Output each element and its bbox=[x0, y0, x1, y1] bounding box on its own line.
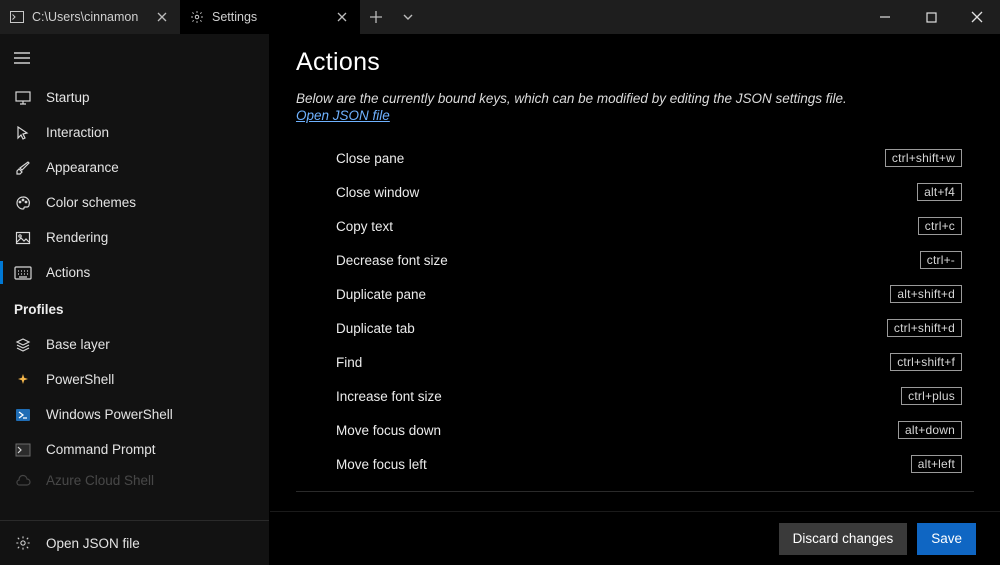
palette-icon bbox=[14, 194, 32, 212]
action-row: Increase font size ctrl+plus bbox=[296, 379, 974, 413]
sidebar-item-label: Base layer bbox=[46, 337, 110, 352]
new-tab-button[interactable] bbox=[360, 0, 392, 34]
sidebar: Startup Interaction Appearance bbox=[0, 34, 270, 565]
action-label: Duplicate pane bbox=[336, 287, 890, 302]
shortcut-badge: ctrl+- bbox=[920, 251, 962, 269]
sidebar-item-label: Actions bbox=[46, 265, 90, 280]
tab-label: Settings bbox=[212, 10, 326, 24]
action-row: Move focus down alt+down bbox=[296, 413, 974, 447]
sidebar-item-label: Windows PowerShell bbox=[46, 407, 173, 422]
action-label: Find bbox=[336, 355, 890, 370]
action-row: Move focus left alt+left bbox=[296, 447, 974, 481]
pointer-icon bbox=[14, 124, 32, 142]
terminal-icon bbox=[10, 10, 24, 24]
action-row: Duplicate tab ctrl+shift+d bbox=[296, 311, 974, 345]
sidebar-item-label: Azure Cloud Shell bbox=[46, 473, 154, 488]
keyboard-icon bbox=[14, 264, 32, 282]
save-button[interactable]: Save bbox=[917, 523, 976, 555]
shortcut-badge: ctrl+c bbox=[918, 217, 962, 235]
tab-dropdown-button[interactable] bbox=[392, 0, 424, 34]
sidebar-item-label: Appearance bbox=[46, 160, 119, 175]
shortcut-badge: alt+shift+d bbox=[890, 285, 962, 303]
layers-icon bbox=[14, 336, 32, 354]
action-label: Close window bbox=[336, 185, 917, 200]
window-controls bbox=[862, 0, 1000, 34]
shortcut-badge: ctrl+shift+f bbox=[890, 353, 962, 371]
action-label: Copy text bbox=[336, 219, 918, 234]
action-label: Close pane bbox=[336, 151, 885, 166]
sidebar-item-label: Rendering bbox=[46, 230, 108, 245]
sidebar-item-startup[interactable]: Startup bbox=[0, 80, 269, 115]
profiles-heading: Profiles bbox=[0, 290, 269, 323]
sidebar-open-json-file[interactable]: Open JSON file bbox=[0, 521, 269, 565]
shortcut-badge: ctrl+shift+d bbox=[887, 319, 962, 337]
sidebar-item-appearance[interactable]: Appearance bbox=[0, 150, 269, 185]
sidebar-item-interaction[interactable]: Interaction bbox=[0, 115, 269, 150]
shortcut-badge: alt+f4 bbox=[917, 183, 962, 201]
footer-bar: Discard changes Save bbox=[270, 511, 1000, 565]
sidebar-item-label: Open JSON file bbox=[46, 536, 140, 551]
action-row: Close pane ctrl+shift+w bbox=[296, 141, 974, 175]
cmd-icon bbox=[14, 441, 32, 459]
image-icon bbox=[14, 229, 32, 247]
minimize-button[interactable] bbox=[862, 0, 908, 34]
cloud-icon bbox=[14, 472, 32, 490]
shortcut-badge: alt+left bbox=[911, 455, 962, 473]
action-label: Move focus left bbox=[336, 457, 911, 472]
tab-strip: C:\Users\cinnamon Settings bbox=[0, 0, 862, 34]
monitor-icon bbox=[14, 89, 32, 107]
sidebar-item-label: Color schemes bbox=[46, 195, 136, 210]
sidebar-item-label: Interaction bbox=[46, 125, 109, 140]
close-icon[interactable] bbox=[334, 9, 350, 25]
tab-label: C:\Users\cinnamon bbox=[32, 10, 146, 24]
sidebar-item-rendering[interactable]: Rendering bbox=[0, 220, 269, 255]
sidebar-item-label: Startup bbox=[46, 90, 90, 105]
tab-settings[interactable]: Settings bbox=[180, 0, 360, 34]
sidebar-item-azure-cloud-shell[interactable]: Azure Cloud Shell bbox=[0, 463, 269, 498]
shortcut-badge: alt+down bbox=[898, 421, 962, 439]
action-label: Duplicate tab bbox=[336, 321, 887, 336]
action-label: Decrease font size bbox=[336, 253, 920, 268]
close-window-button[interactable] bbox=[954, 0, 1000, 34]
action-row: Find ctrl+shift+f bbox=[296, 345, 974, 379]
tab-terminal[interactable]: C:\Users\cinnamon bbox=[0, 0, 180, 34]
action-row: Copy text ctrl+c bbox=[296, 209, 974, 243]
sidebar-item-label: PowerShell bbox=[46, 372, 114, 387]
shortcut-badge: ctrl+plus bbox=[901, 387, 962, 405]
gear-icon bbox=[190, 10, 204, 24]
divider bbox=[296, 491, 974, 492]
actions-list: Close pane ctrl+shift+w Close window alt… bbox=[296, 141, 974, 481]
sidebar-item-color-schemes[interactable]: Color schemes bbox=[0, 185, 269, 220]
maximize-button[interactable] bbox=[908, 0, 954, 34]
sidebar-item-windows-powershell[interactable]: Windows PowerShell bbox=[0, 397, 269, 432]
sparkle-icon bbox=[14, 371, 32, 389]
action-label: Move focus down bbox=[336, 423, 898, 438]
powershell-icon bbox=[14, 406, 32, 424]
profiles-list: Base layer PowerShell Windows PowerShell bbox=[0, 327, 269, 498]
sidebar-item-command-prompt[interactable]: Command Prompt bbox=[0, 432, 269, 467]
action-row: Decrease font size ctrl+- bbox=[296, 243, 974, 277]
brush-icon bbox=[14, 159, 32, 177]
nav-list: Startup Interaction Appearance bbox=[0, 80, 269, 290]
gear-icon bbox=[14, 534, 32, 552]
page-subtext: Below are the currently bound keys, whic… bbox=[296, 91, 974, 106]
hamburger-button[interactable] bbox=[0, 40, 44, 76]
sidebar-item-label: Command Prompt bbox=[46, 442, 156, 457]
sidebar-item-actions[interactable]: Actions bbox=[0, 255, 269, 290]
close-icon[interactable] bbox=[154, 9, 170, 25]
discard-button[interactable]: Discard changes bbox=[779, 523, 908, 555]
open-json-link[interactable]: Open JSON file bbox=[296, 108, 390, 123]
sidebar-item-base-layer[interactable]: Base layer bbox=[0, 327, 269, 362]
action-label: Increase font size bbox=[336, 389, 901, 404]
main-content: Actions Below are the currently bound ke… bbox=[270, 34, 1000, 565]
page-title: Actions bbox=[296, 48, 974, 77]
action-row: Duplicate pane alt+shift+d bbox=[296, 277, 974, 311]
title-bar: C:\Users\cinnamon Settings bbox=[0, 0, 1000, 34]
sidebar-item-powershell[interactable]: PowerShell bbox=[0, 362, 269, 397]
action-row: Close window alt+f4 bbox=[296, 175, 974, 209]
shortcut-badge: ctrl+shift+w bbox=[885, 149, 962, 167]
